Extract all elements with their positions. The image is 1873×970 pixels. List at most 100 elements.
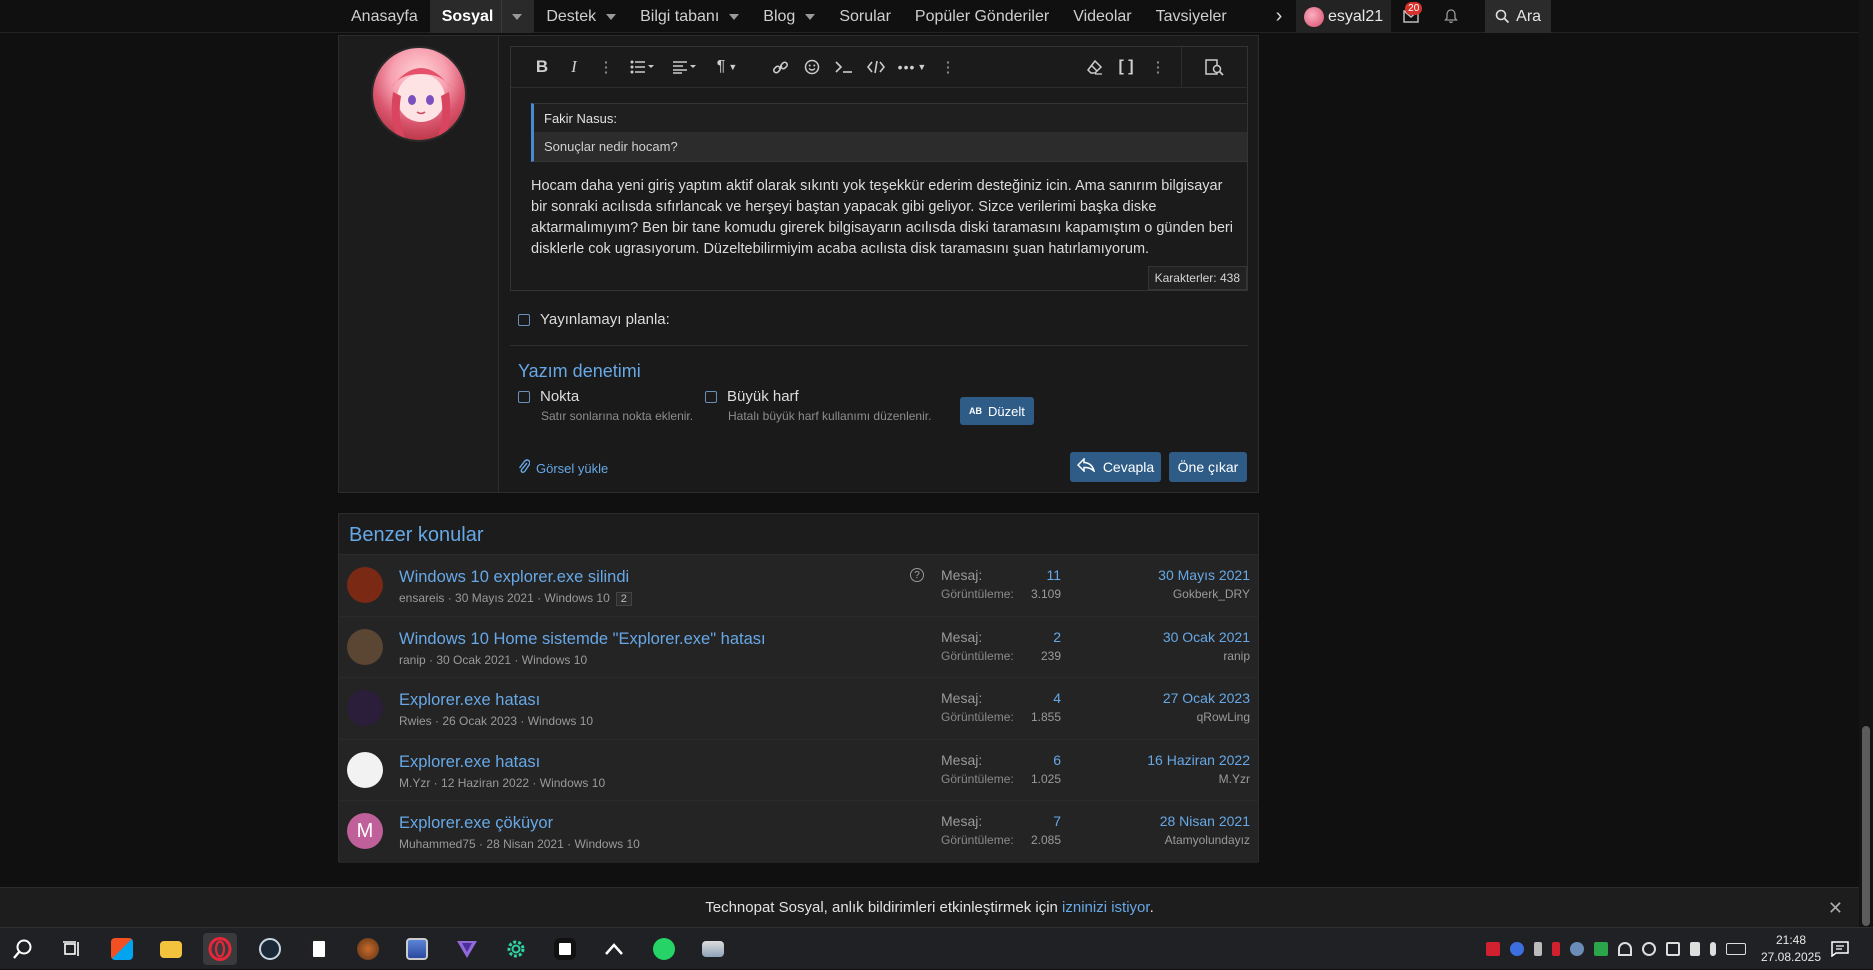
malwarebytes-icon[interactable] bbox=[1510, 942, 1524, 956]
tray-app[interactable] bbox=[597, 933, 631, 965]
app-tray-icon[interactable] bbox=[1552, 942, 1560, 956]
thread-forum[interactable]: Windows 10 bbox=[522, 653, 587, 667]
dot-checkbox[interactable] bbox=[518, 390, 530, 403]
thread-author[interactable]: M.Yzr bbox=[399, 776, 430, 790]
option-dot-row[interactable]: Nokta bbox=[518, 388, 693, 405]
scrollbar-thumb[interactable] bbox=[1862, 726, 1870, 926]
highlight-button[interactable]: Öne çıkar bbox=[1169, 452, 1247, 482]
whatsapp-app[interactable] bbox=[647, 933, 681, 965]
chevron-down-icon[interactable] bbox=[512, 13, 523, 20]
thread-forum[interactable]: Windows 10 bbox=[574, 837, 639, 851]
thread-title[interactable]: Explorer.exe hatası bbox=[399, 753, 540, 772]
inline-code-button[interactable] bbox=[829, 54, 859, 80]
user-menu[interactable]: esyal21 bbox=[1296, 0, 1392, 33]
upload-image-link[interactable]: Görsel yükle bbox=[518, 459, 608, 478]
preview-button[interactable] bbox=[1181, 47, 1247, 87]
chevron-down-icon[interactable] bbox=[606, 13, 617, 20]
table-row[interactable]: Windows 10 explorer.exe silindi ensareis … bbox=[339, 555, 1258, 617]
message-text[interactable]: Hocam daha yeni giriş yaptım aktif olara… bbox=[531, 176, 1241, 260]
more-text-options-button[interactable]: ⋮ bbox=[591, 54, 621, 80]
last-post-user[interactable]: ranip bbox=[1223, 649, 1250, 663]
thread-title[interactable]: Windows 10 Home sistemde "Explorer.exe" … bbox=[399, 630, 766, 649]
explorer-app[interactable] bbox=[154, 933, 188, 965]
keyboard-icon[interactable] bbox=[1726, 943, 1746, 955]
avatar[interactable] bbox=[347, 690, 383, 726]
microphone-icon[interactable] bbox=[1710, 942, 1716, 956]
thread-author[interactable]: ranip bbox=[399, 653, 426, 667]
taskbar-search-button[interactable] bbox=[6, 933, 40, 965]
thread-forum[interactable]: Windows 10 bbox=[540, 776, 605, 790]
message-editor[interactable]: B I ⋮ ¶ ▼ ••• ▼ ⋮ [] ⋮ Fakir Nasus: Son… bbox=[510, 46, 1248, 291]
paragraph-button[interactable]: ¶ ▼ bbox=[707, 54, 747, 80]
thread-title[interactable]: Explorer.exe çöküyor bbox=[399, 814, 553, 833]
image-app[interactable] bbox=[400, 933, 434, 965]
nav-item-3[interactable]: Bilgi tabanı bbox=[628, 0, 751, 33]
schedule-checkbox[interactable] bbox=[518, 313, 530, 326]
last-post-date[interactable]: 30 Mayıs 2021 bbox=[1158, 567, 1250, 583]
thread-author[interactable]: Rwies bbox=[399, 714, 432, 728]
nav-item-4[interactable]: Blog bbox=[751, 0, 827, 33]
alerts-button[interactable] bbox=[1431, 0, 1471, 33]
thread-author[interactable]: Muhammed75 bbox=[399, 837, 476, 851]
table-row[interactable]: Explorer.exe hatası Rwies · 26 Ocak 2023 … bbox=[339, 678, 1258, 740]
network-app[interactable] bbox=[696, 933, 730, 965]
schedule-option[interactable]: Yayınlamayı planla: bbox=[518, 311, 670, 328]
page-count[interactable]: 2 bbox=[615, 592, 632, 606]
nav-item-2[interactable]: Destek bbox=[534, 0, 628, 33]
nav-item-1[interactable]: Sosyal bbox=[429, 0, 535, 33]
camera-icon[interactable] bbox=[1666, 942, 1680, 956]
task-view-button[interactable] bbox=[55, 933, 89, 965]
clock[interactable]: 21:48 27.08.2025 bbox=[1756, 932, 1826, 966]
more-insert-button[interactable]: ••• ▼ bbox=[893, 54, 931, 80]
reply-button[interactable]: Cevapla bbox=[1070, 452, 1161, 482]
notification-center-button[interactable] bbox=[1829, 938, 1851, 960]
last-post-date[interactable]: 16 Haziran 2022 bbox=[1147, 752, 1250, 768]
align-button[interactable] bbox=[665, 54, 705, 80]
chevron-down-icon[interactable] bbox=[805, 13, 816, 20]
epic-games-app[interactable] bbox=[302, 933, 336, 965]
avatar[interactable]: M bbox=[347, 813, 383, 849]
link-button[interactable] bbox=[765, 54, 795, 80]
settings-tray-icon[interactable] bbox=[1642, 942, 1656, 956]
nav-item-5[interactable]: Sorular bbox=[827, 0, 903, 33]
avatar[interactable] bbox=[347, 628, 383, 665]
game-app[interactable] bbox=[351, 933, 385, 965]
opera-app[interactable] bbox=[203, 933, 237, 965]
store-app[interactable] bbox=[105, 933, 139, 965]
nav-item-8[interactable]: Tavsiyeler bbox=[1144, 0, 1239, 33]
fix-button[interactable]: AB Düzelt bbox=[960, 397, 1034, 425]
permission-link[interactable]: izninizi istiyor bbox=[1062, 899, 1150, 916]
settings-app[interactable] bbox=[499, 933, 533, 965]
avatar[interactable] bbox=[347, 567, 383, 603]
nav-item-6[interactable]: Popüler Gönderiler bbox=[903, 0, 1061, 33]
more-editor-options-button[interactable]: ⋮ bbox=[1143, 54, 1173, 80]
more-options-button[interactable]: ⋮ bbox=[933, 54, 963, 80]
table-row[interactable]: Explorer.exe hatası M.Yzr · 12 Haziran 20… bbox=[339, 739, 1258, 801]
steam-tray-icon[interactable] bbox=[1570, 942, 1584, 956]
thread-forum[interactable]: Windows 10 bbox=[528, 714, 593, 728]
last-post-date[interactable]: 30 Ocak 2021 bbox=[1163, 629, 1250, 645]
table-row[interactable]: Windows 10 Home sistemde "Explorer.exe" … bbox=[339, 616, 1258, 678]
bbcode-toggle-button[interactable]: [ ] bbox=[1111, 54, 1141, 80]
chevron-down-icon[interactable] bbox=[729, 13, 740, 20]
table-row[interactable]: M Explorer.exe çöküyor Muhammed75 · 28 Nis… bbox=[339, 801, 1258, 863]
option-caps-row[interactable]: Büyük harf bbox=[705, 388, 931, 405]
last-post-user[interactable]: M.Yzr bbox=[1219, 772, 1250, 786]
search-button[interactable]: Ara bbox=[1485, 0, 1552, 33]
last-post-user[interactable]: qRowLing bbox=[1197, 710, 1250, 724]
last-post-user[interactable]: Gokberk_DRY bbox=[1173, 587, 1250, 601]
volume-icon[interactable] bbox=[1690, 942, 1700, 956]
caps-checkbox[interactable] bbox=[705, 390, 717, 403]
list-button[interactable] bbox=[623, 54, 663, 80]
calendar-icon[interactable] bbox=[1594, 942, 1608, 956]
wifi-icon[interactable] bbox=[1618, 942, 1632, 956]
last-post-date[interactable]: 27 Ocak 2023 bbox=[1163, 690, 1250, 706]
amd-icon[interactable] bbox=[1486, 942, 1500, 956]
inbox-button[interactable]: 20 bbox=[1391, 0, 1431, 33]
capcut-app[interactable] bbox=[548, 933, 582, 965]
bold-button[interactable]: B bbox=[527, 54, 557, 80]
thread-title[interactable]: Windows 10 explorer.exe silindi bbox=[399, 568, 629, 587]
avatar[interactable] bbox=[347, 751, 383, 788]
proton-vpn-app[interactable] bbox=[450, 933, 484, 965]
last-post-date[interactable]: 28 Nisan 2021 bbox=[1160, 813, 1250, 829]
